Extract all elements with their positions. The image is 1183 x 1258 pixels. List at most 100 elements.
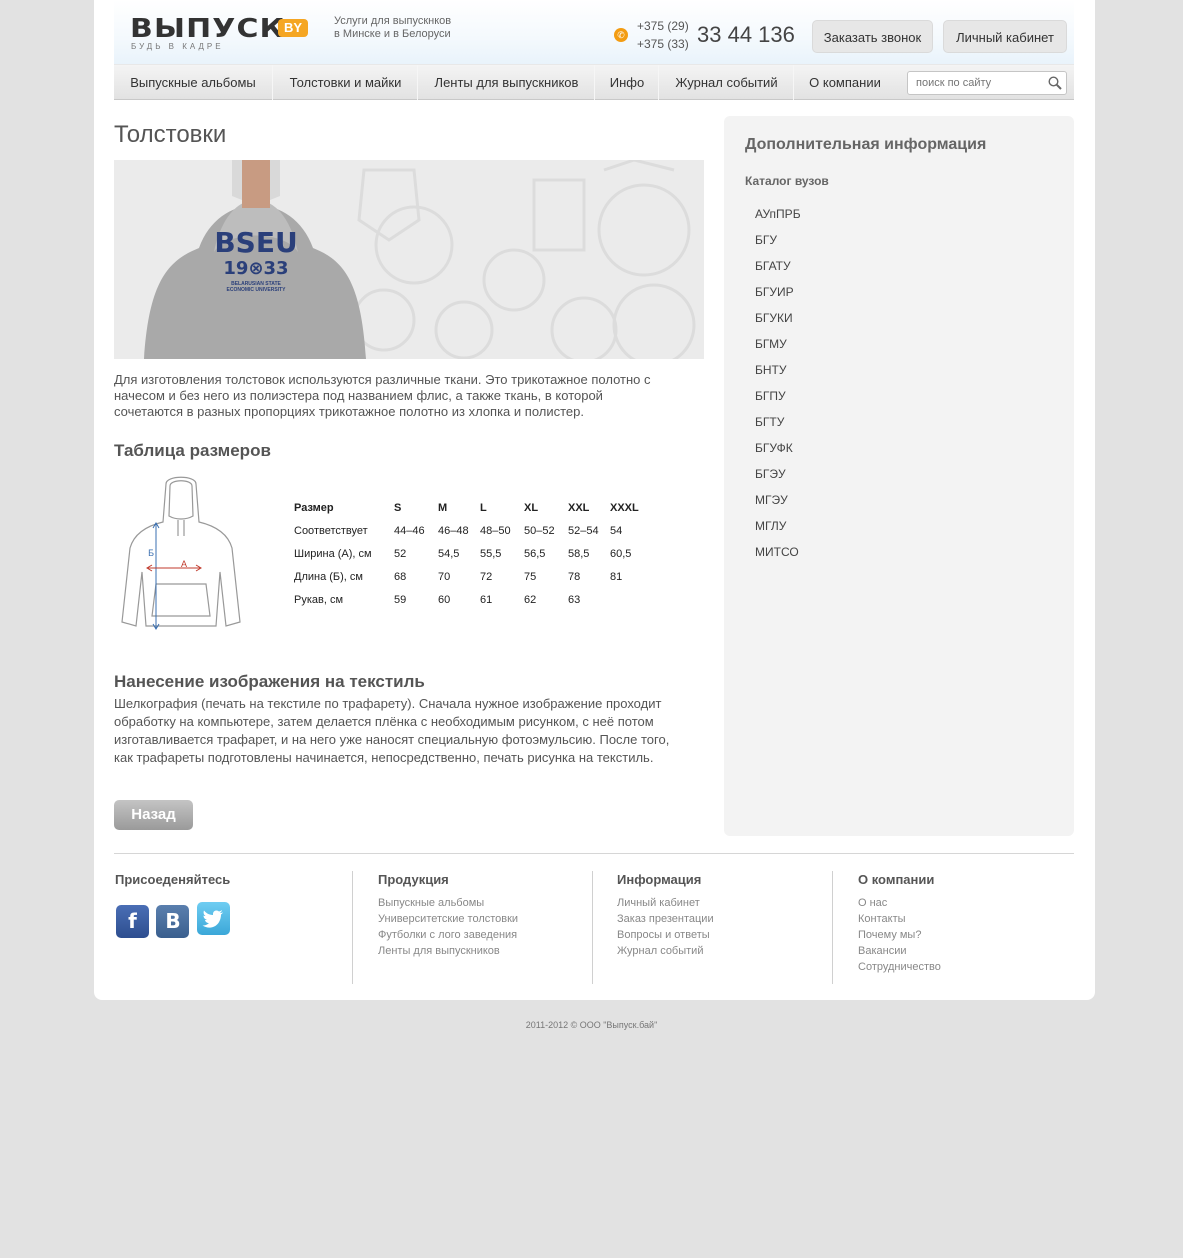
university-link[interactable]: МИТСО — [755, 544, 801, 570]
nav-item-ribbons[interactable]: Ленты для выпускников — [419, 65, 594, 100]
nav-item-hoodies[interactable]: Толстовки и майки — [274, 65, 417, 100]
callback-button[interactable]: Заказать звонок — [812, 20, 933, 53]
footer-social-column: Присоеденяйтесь — [115, 872, 230, 895]
back-button[interactable]: Назад — [114, 800, 193, 830]
services-line: в Минске и в Белоруси — [334, 28, 451, 40]
services-line: Услуги для выпускнков — [334, 15, 452, 27]
university-link[interactable]: БГАТУ — [755, 258, 801, 284]
search-input[interactable] — [908, 72, 1040, 94]
table-cell: 50–52 — [524, 524, 555, 537]
university-link[interactable]: БГУКИ — [755, 310, 801, 336]
nav-separator — [658, 65, 659, 100]
footer-products-title: Продукция — [378, 872, 449, 887]
nav-separator — [793, 65, 794, 100]
table-cell — [610, 588, 654, 611]
print-section-text: Шелкография (печать на текстиле по трафа… — [114, 696, 670, 765]
logo-text: ВЫПУСК — [130, 14, 286, 44]
footer-link[interactable]: О нас — [858, 895, 941, 911]
university-link[interactable]: МГЭУ — [755, 492, 801, 518]
university-link[interactable]: АУпПРБ — [755, 206, 801, 232]
table-row: Длина (Б), см 68 70 72 75 78 81 — [294, 565, 654, 588]
table-cell: Соответствует — [294, 524, 368, 537]
footer-join-title: Присоеденяйтесь — [115, 872, 231, 887]
footer-link[interactable]: Сотрудничество — [858, 959, 941, 975]
size-table-header: S — [394, 502, 402, 514]
footer-company-column: О компании О нас Контакты Почему мы? Вак… — [858, 872, 941, 975]
table-cell: 70 — [438, 570, 451, 583]
size-table-title: Таблица размеров — [114, 441, 271, 460]
footer-info-title: Информация — [617, 872, 702, 887]
university-link[interactable]: БГМУ — [755, 336, 801, 362]
size-table-header: L — [480, 502, 487, 514]
search-icon[interactable] — [1048, 76, 1062, 90]
footer-link[interactable]: Заказ презентации — [617, 911, 714, 927]
nav-separator — [272, 65, 273, 100]
table-cell: 62 — [524, 593, 537, 606]
university-link[interactable]: БГПУ — [755, 388, 801, 414]
university-link[interactable]: БГУ — [755, 232, 801, 258]
table-row: Рукав, см 59 60 61 62 63 — [294, 588, 654, 611]
footer-link[interactable]: Ленты для выпускников — [378, 943, 518, 959]
table-cell: 68 — [394, 570, 407, 583]
logo[interactable]: ВЫПУСК BY БУДЬ В КАДРЕ — [130, 16, 309, 51]
footer-separator — [832, 871, 833, 984]
table-cell: 56,5 — [524, 547, 546, 560]
footer-info-column: Информация Личный кабинет Заказ презента… — [617, 872, 714, 959]
university-link[interactable]: БНТУ — [755, 362, 801, 388]
university-link[interactable]: БГЭУ — [755, 466, 801, 492]
vkontakte-icon[interactable]: В — [156, 905, 190, 938]
footer-link[interactable]: Университетские толстовки — [378, 911, 518, 927]
size-table-header: Размер — [294, 502, 334, 514]
footer-link[interactable]: Личный кабинет — [617, 895, 714, 911]
footer-separator — [592, 871, 593, 984]
footer-link[interactable]: Выпускные альбомы — [378, 895, 518, 911]
footer-link[interactable]: Контакты — [858, 911, 941, 927]
table-cell: 52 — [394, 547, 407, 560]
banner-illustration: BSEU 19⊗33 BELARUSIAN STATE ECONOMIC UNI… — [114, 160, 704, 359]
nav-item-company[interactable]: О компании — [795, 65, 895, 100]
university-link[interactable]: БГУИР — [755, 284, 801, 310]
footer-separator — [352, 871, 353, 984]
table-cell: 46–48 — [438, 524, 469, 537]
university-link[interactable]: МГЛУ — [755, 518, 801, 544]
page-container: ВЫПУСК BY БУДЬ В КАДРЕ Услуги для выпуск… — [94, 0, 1095, 1000]
table-cell: 63 — [568, 593, 581, 606]
header: ВЫПУСК BY БУДЬ В КАДРЕ Услуги для выпуск… — [114, 0, 1074, 64]
university-link[interactable]: БГУФК — [755, 440, 801, 466]
sidebar: Дополнительная информация Каталог вузов … — [724, 116, 1074, 836]
phone-code: +375 (29) — [637, 19, 689, 33]
size-table-header: XXL — [568, 502, 590, 514]
phone-number: 33 44 136 — [697, 22, 795, 47]
table-row: Ширина (А), см 52 54,5 55,5 56,5 58,5 60… — [294, 542, 654, 565]
table-cell: 61 — [480, 593, 493, 606]
footer-products-column: Продукция Выпускные альбомы Университетс… — [378, 872, 518, 959]
page-title: Толстовки — [114, 121, 227, 148]
main-nav: Выпускные альбомы Толстовки и майки Лент… — [114, 64, 1074, 100]
size-table-header: XXXL — [610, 502, 639, 514]
phone-icon: ✆ — [614, 28, 628, 42]
hoodie-banner-image: BSEU 19⊗33 BELARUSIAN STATE ECONOMIC UNI… — [114, 160, 704, 359]
footer-link[interactable]: Почему мы? — [858, 927, 941, 943]
footer-link[interactable]: Футболки с лого заведения — [378, 927, 518, 943]
footer-divider — [114, 853, 1074, 854]
twitter-icon[interactable] — [196, 902, 230, 935]
table-cell: 78 — [568, 570, 581, 583]
size-table-header-row: Размер S M L XL XXL XXXL — [294, 497, 654, 519]
header-services: Услуги для выпускнков в Минске и в Белор… — [334, 15, 474, 41]
facebook-icon[interactable]: f — [116, 905, 149, 938]
diagram-length-label: Б — [148, 548, 154, 558]
footer-link[interactable]: Вакансии — [858, 943, 941, 959]
university-list: АУпПРБ БГУ БГАТУ БГУИР БГУКИ БГМУ БНТУ Б… — [755, 206, 801, 570]
nav-item-albums[interactable]: Выпускные альбомы — [114, 65, 272, 100]
nav-item-info[interactable]: Инфо — [596, 65, 658, 100]
nav-item-events[interactable]: Журнал событий — [660, 65, 793, 100]
footer-link[interactable]: Вопросы и ответы — [617, 927, 714, 943]
account-button[interactable]: Личный кабинет — [943, 20, 1067, 53]
size-table: Размер S M L XL XXL XXXL Соответствует 4… — [294, 497, 654, 611]
size-table-header: M — [438, 502, 448, 514]
footer-link[interactable]: Журнал событий — [617, 943, 714, 959]
table-cell: Длина (Б), см — [294, 570, 363, 583]
university-link[interactable]: БГТУ — [755, 414, 801, 440]
diagram-width-label: А — [181, 559, 187, 569]
table-cell: Рукав, см — [294, 593, 344, 606]
